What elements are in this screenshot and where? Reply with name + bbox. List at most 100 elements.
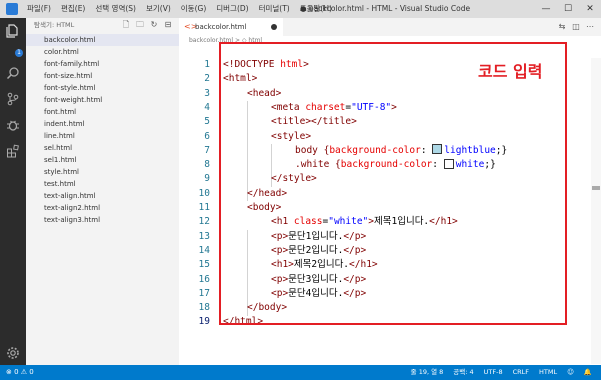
file-item[interactable]: style.html (26, 166, 179, 178)
file-item[interactable]: backcolor.html (26, 34, 179, 46)
line-number: 8 (204, 159, 210, 171)
source-control-icon[interactable] (6, 92, 20, 106)
code-line: 18 </body> (179, 301, 601, 315)
code-text: <!DOCTYPE html> (223, 59, 309, 70)
file-item[interactable]: line.html (26, 130, 179, 142)
code-text: <p>문단4입니다.</p> (271, 287, 367, 299)
indentation-status[interactable]: 공백: 4 (448, 365, 478, 380)
tab-bar: <> backcolor.html ⇆ ◫ ⋯ (179, 18, 601, 36)
editor-actions: ⇆ ◫ ⋯ (555, 18, 597, 36)
menu-debug[interactable]: 디버그(D) (211, 0, 253, 18)
split-editor-icon[interactable]: ◫ (569, 18, 583, 36)
tab-backcolor-html[interactable]: <> backcolor.html (179, 18, 283, 36)
window-title: ● backcolor.html - HTML - Visual Studio … (300, 4, 471, 13)
white-swatch-icon (443, 158, 454, 169)
file-item[interactable]: sel.html (26, 142, 179, 154)
cursor-position[interactable]: 줄 19, 열 8 (406, 365, 449, 380)
file-item[interactable]: font-family.html (26, 58, 179, 70)
code-text: </head> (247, 187, 288, 199)
notifications-bell-icon[interactable]: 🔔 (579, 365, 597, 380)
code-line: 13 <p>문단1입니다.</p> (179, 230, 601, 244)
menu-file[interactable]: 파일(F) (22, 0, 56, 18)
file-item[interactable]: text-align2.html (26, 202, 179, 214)
explorer-header: 탐색기: HTML (34, 21, 75, 29)
line-number: 19 (198, 316, 210, 328)
unsaved-dot-icon[interactable] (271, 24, 277, 30)
code-line: 5 <title></title> (179, 115, 601, 129)
menu-selection[interactable]: 선택 영역(S) (90, 0, 141, 18)
code-line: 17 <p>문단4입니다.</p> (179, 287, 601, 301)
feedback-icon[interactable]: ☺ (562, 365, 579, 380)
new-folder-icon[interactable]: 🗀 (133, 19, 147, 31)
explorer-badge: 1 (15, 49, 23, 57)
code-line: 11 <body> (179, 201, 601, 215)
line-number: 4 (204, 101, 210, 113)
file-item[interactable]: text-align.html (26, 190, 179, 202)
code-line: 12 <h1 class="white">제목1입니다.</h1> (179, 215, 601, 229)
code-line: 15 <h1>제목2입니다.</h1> (179, 258, 601, 272)
more-actions-icon[interactable]: ⋯ (583, 18, 597, 36)
vertical-scrollbar[interactable] (591, 58, 601, 364)
minimize-button[interactable]: — (535, 0, 557, 18)
scrollbar-thumb[interactable] (592, 186, 600, 190)
file-item[interactable]: font-weight.html (26, 94, 179, 106)
new-file-icon[interactable]: 🗋 (119, 19, 133, 31)
extensions-icon[interactable] (6, 144, 20, 158)
line-number: 9 (204, 173, 210, 185)
maximize-button[interactable]: ☐ (557, 0, 579, 18)
line-number: 3 (204, 87, 210, 99)
code-line: 6 <style> (179, 130, 601, 144)
activity-bar: 1 (0, 18, 26, 365)
explorer-icon[interactable] (6, 24, 20, 38)
line-number: 12 (198, 216, 210, 228)
menu-terminal[interactable]: 터미널(T) (254, 0, 295, 18)
settings-gear-icon[interactable] (6, 346, 20, 360)
code-text: body {background-color: lightblue;} (295, 144, 508, 156)
line-number: 11 (198, 202, 210, 213)
code-line-current: 19 </html> (179, 315, 601, 329)
code-text: <style> (271, 130, 312, 142)
file-item[interactable]: sel1.html (26, 154, 179, 166)
file-item[interactable]: indent.html (26, 118, 179, 130)
code-text: </style> (271, 173, 317, 185)
line-number: 17 (198, 287, 210, 299)
code-text: </body> (247, 302, 288, 314)
search-icon[interactable] (6, 66, 20, 80)
menu-go[interactable]: 이동(G) (176, 0, 211, 18)
breadcrumb[interactable]: backcolor.html > ◇ html (189, 36, 262, 46)
encoding-status[interactable]: UTF-8 (479, 365, 508, 380)
line-number: 16 (198, 273, 210, 285)
open-changes-icon[interactable]: ⇆ (555, 18, 569, 36)
close-button[interactable]: ✕ (579, 0, 601, 18)
code-line: 10 </head> (179, 187, 601, 201)
collapse-all-icon[interactable]: ⊟ (161, 19, 175, 31)
debug-icon[interactable] (6, 118, 20, 132)
code-text: <p>문단1입니다.</p> (271, 230, 367, 242)
menu-edit[interactable]: 편집(E) (56, 0, 90, 18)
status-bar: ⊗ 0 ⚠ 0 줄 19, 열 8 공백: 4 UTF-8 CRLF HTML … (0, 365, 601, 380)
line-number: 18 (198, 302, 210, 314)
menu-view[interactable]: 보기(V) (141, 0, 176, 18)
window-controls: — ☐ ✕ (535, 0, 601, 18)
code-line: 8 .white {background-color: white;} (179, 158, 601, 172)
file-item[interactable]: color.html (26, 46, 179, 58)
refresh-icon[interactable]: ↻ (147, 19, 161, 31)
code-text: <head> (247, 87, 282, 99)
file-item[interactable]: font-style.html (26, 82, 179, 94)
line-number: 5 (204, 116, 210, 128)
language-mode[interactable]: HTML (534, 365, 562, 380)
problems-status[interactable]: ⊗ 0 ⚠ 0 (6, 365, 34, 380)
file-item[interactable]: test.html (26, 178, 179, 190)
code-text: <h1>제목2입니다.</h1> (271, 259, 378, 271)
code-text: <p>문단3입니다.</p> (271, 273, 367, 285)
line-number: 2 (204, 73, 210, 85)
eol-status[interactable]: CRLF (508, 365, 534, 380)
title-bar: 파일(F) 편집(E) 선택 영역(S) 보기(V) 이동(G) 디버그(D) … (0, 0, 601, 18)
file-item[interactable]: text-align3.html (26, 214, 179, 226)
code-text: <html> (223, 73, 258, 85)
status-right-items: 줄 19, 열 8 공백: 4 UTF-8 CRLF HTML ☺ 🔔 (406, 365, 597, 380)
file-item[interactable]: font.html (26, 106, 179, 118)
file-item[interactable]: font-size.html (26, 70, 179, 82)
explorer-sidebar: 탐색기: HTML 🗋 🗀 ↻ ⊟ backcolor.html color.h… (26, 18, 179, 365)
code-text: .white {background-color: white;} (295, 158, 496, 171)
